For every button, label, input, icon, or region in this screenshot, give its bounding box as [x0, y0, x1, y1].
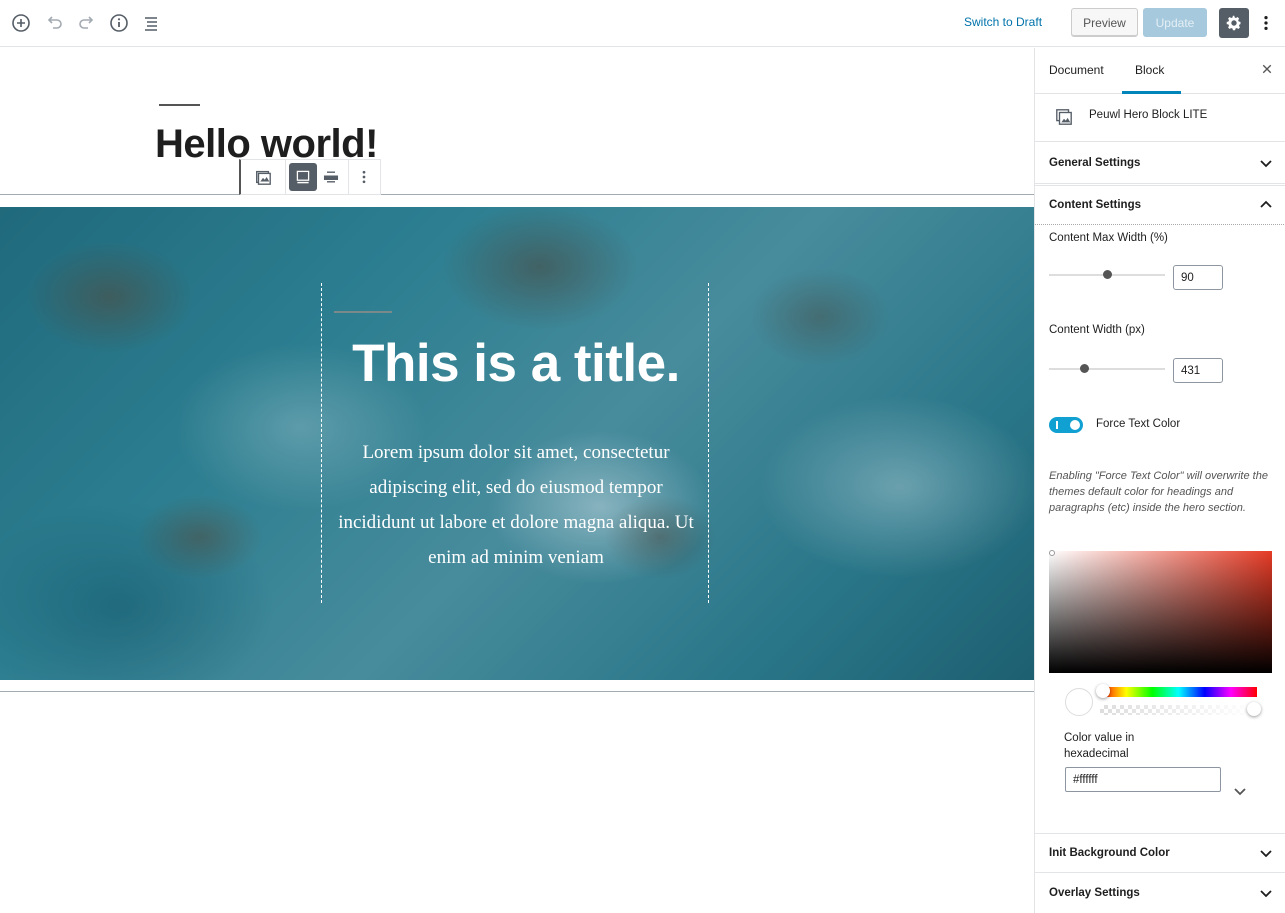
block-navigation-icon[interactable] [139, 11, 163, 35]
align-full-icon [296, 170, 310, 184]
toggle-on-mark [1056, 421, 1058, 429]
alpha-slider[interactable] [1100, 702, 1261, 716]
force-text-color-help: Enabling "Force Text Color" will overwri… [1049, 470, 1268, 514]
chevron-down-icon [1260, 890, 1272, 898]
preview-button[interactable]: Preview [1071, 8, 1138, 37]
saturation-pointer[interactable] [1049, 550, 1055, 556]
content-max-width-label: Content Max Width (%) [1049, 232, 1168, 244]
panel-title: General Settings [1049, 157, 1141, 169]
content-max-width-slider[interactable] [1049, 270, 1165, 279]
switch-to-draft-button[interactable]: Switch to Draft [964, 15, 1042, 29]
block-more-options-button[interactable] [349, 160, 380, 194]
tab-block[interactable]: Block [1135, 63, 1164, 77]
chevron-down-icon [1260, 160, 1272, 168]
redo-icon[interactable] [75, 11, 99, 35]
settings-button[interactable] [1219, 8, 1249, 38]
settings-sidebar: Document Block Peuwl Hero Block LITE Gen… [1034, 48, 1285, 913]
hero-block-icon [255, 170, 271, 185]
gear-icon [1226, 15, 1241, 31]
force-text-color-toggle[interactable] [1049, 417, 1083, 433]
align-wide-icon [323, 171, 338, 183]
content-max-width-input[interactable]: 90 [1173, 265, 1223, 290]
hue-slider[interactable] [1096, 684, 1257, 698]
hero-title[interactable]: This is a title. [322, 333, 710, 394]
active-tab-indicator [1122, 91, 1181, 94]
panel-init-background-color[interactable]: Init Background Color [1035, 833, 1285, 873]
hero-separator [334, 311, 392, 313]
toggle-knob [1070, 420, 1080, 430]
editor-header: Switch to Draft Preview Update [0, 0, 1285, 47]
ellipsis-vertical-icon [363, 170, 366, 184]
content-width-slider[interactable] [1049, 364, 1165, 373]
content-width-input[interactable]: 431 [1173, 358, 1223, 383]
hero-content-area[interactable]: This is a title. Lorem ipsum dolor sit a… [321, 283, 709, 603]
editor-canvas: Hello world! This is a title. Lorem ipsu… [0, 48, 1034, 913]
panel-title: Content Settings [1049, 199, 1141, 211]
panel-title: Overlay Settings [1049, 887, 1140, 899]
panel-general-settings[interactable]: General Settings [1035, 144, 1285, 184]
close-sidebar-button[interactable] [1259, 61, 1275, 77]
undo-icon[interactable] [42, 11, 66, 35]
block-outline-bottom [0, 691, 1034, 692]
more-menu-button[interactable] [1256, 11, 1276, 35]
sidebar-tabs: Document Block [1035, 48, 1285, 94]
hue-slider-thumb[interactable] [1096, 684, 1110, 698]
panel-title: Init Background Color [1049, 847, 1170, 859]
current-color-swatch [1065, 688, 1093, 716]
title-separator [159, 104, 200, 106]
hero-block[interactable]: This is a title. Lorem ipsum dolor sit a… [0, 207, 1034, 680]
slider-thumb[interactable] [1079, 364, 1089, 373]
hex-value-input[interactable]: #ffffff [1065, 767, 1221, 792]
info-icon[interactable] [107, 11, 131, 35]
ellipsis-vertical-icon [1264, 15, 1268, 31]
chevron-down-icon[interactable] [1232, 783, 1248, 799]
tab-document[interactable]: Document [1049, 63, 1104, 77]
add-block-icon[interactable] [9, 11, 33, 35]
alpha-slider-thumb[interactable] [1247, 702, 1261, 716]
panel-content-settings[interactable]: Content Settings [1035, 185, 1285, 225]
block-type-switcher[interactable] [241, 160, 286, 194]
block-toolbar [239, 159, 381, 195]
color-saturation-area[interactable] [1049, 550, 1272, 673]
hero-paragraph[interactable]: Lorem ipsum dolor sit amet, consectetur … [330, 435, 702, 575]
slider-thumb[interactable] [1103, 270, 1112, 279]
block-card: Peuwl Hero Block LITE [1035, 95, 1285, 142]
chevron-down-icon [1260, 850, 1272, 858]
block-card-title: Peuwl Hero Block LITE [1089, 109, 1208, 121]
panel-overlay-settings[interactable]: Overlay Settings [1035, 874, 1285, 913]
align-full-button[interactable] [288, 163, 317, 191]
chevron-up-icon [1260, 200, 1272, 208]
align-wide-button[interactable] [317, 163, 345, 191]
block-outline-top [0, 194, 1034, 195]
content-width-label: Content Width (px) [1049, 324, 1145, 336]
force-text-color-label: Force Text Color [1096, 418, 1181, 430]
hex-value-label: Color value in hexadecimal [1064, 732, 1135, 760]
update-button[interactable]: Update [1143, 8, 1207, 37]
hero-block-icon [1056, 109, 1072, 125]
close-icon [1262, 64, 1272, 74]
alignment-group [286, 160, 349, 194]
